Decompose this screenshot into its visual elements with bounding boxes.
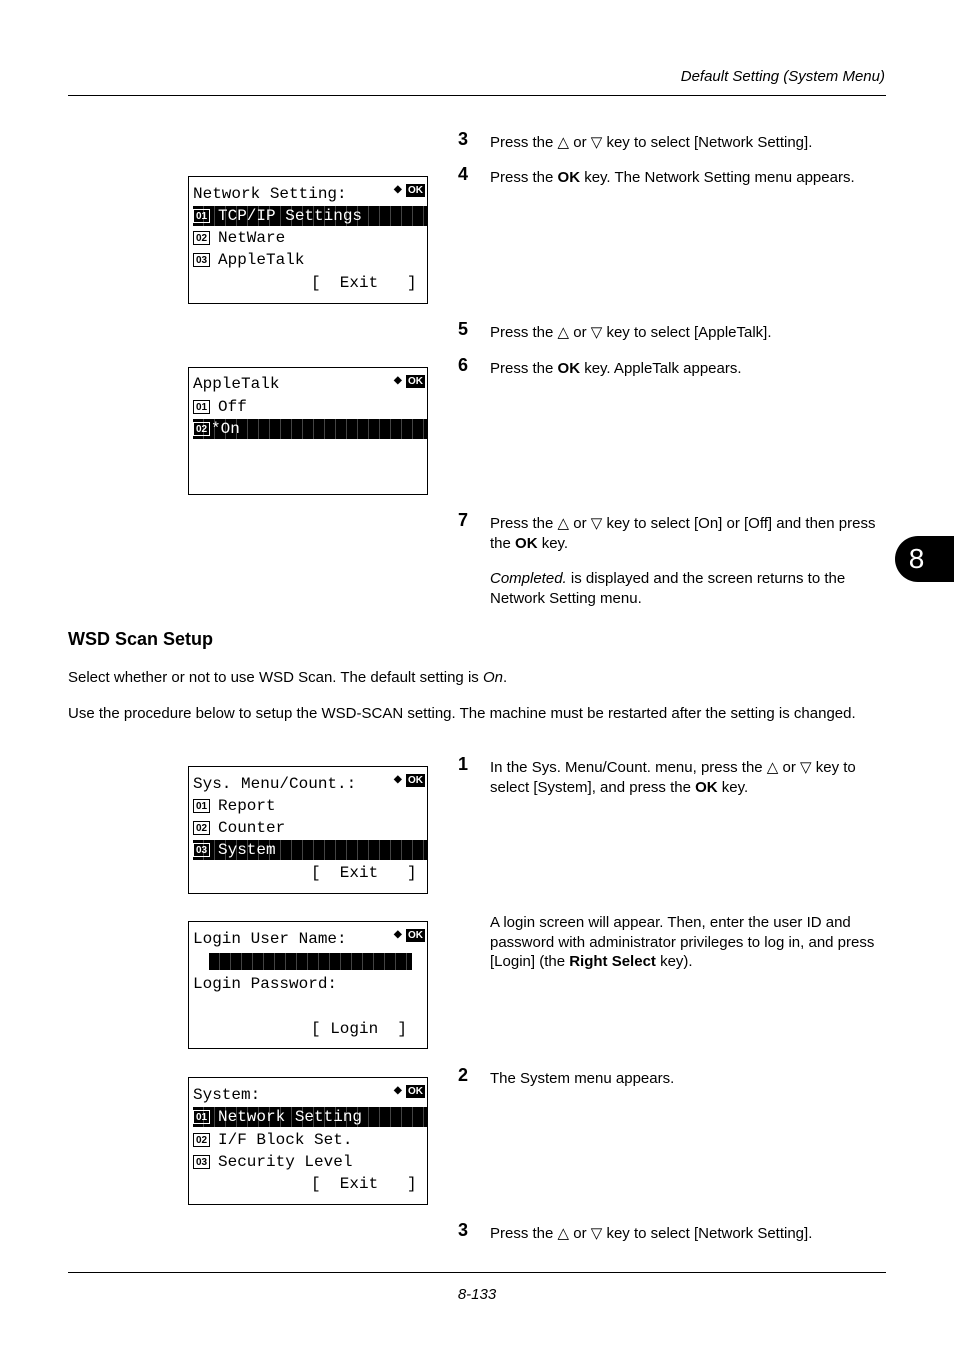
lcd-title: Login User Name: [193,930,347,948]
lcd-item: 02 I/F Block Set. [193,1130,427,1150]
lcd-softkey: [ Exit ] [311,1175,417,1193]
step-text: Press the △ or ▽ key to select [Network … [490,134,813,151]
lcd-item: 01 Report [193,796,427,816]
step-6-top: 6 Press the OK key. AppleTalk appears. [458,355,888,379]
step-text: Press the △ or ▽ key to select [Network … [490,1225,813,1242]
nav-icons: ◆ OK [394,374,425,388]
four-way-arrow-icon: ◆ [393,1083,402,1099]
lcd-appletalk: AppleTalk ◆ OK 01 Off 02 *On [188,367,428,495]
lcd-login: Login User Name: ◆ OK Login Password: [ L… [188,921,428,1049]
ok-icon: OK [406,928,425,942]
ok-icon: OK [406,1084,425,1098]
running-header: Default Setting (System Menu) [680,68,885,85]
step-number: 6 [458,355,469,375]
step-text: Press the △ or ▽ key to select [On] or [… [490,515,876,552]
lcd-title: System: [193,1086,261,1104]
step-1-bottom: 1 In the Sys. Menu/Count. menu, press the… [458,754,888,797]
step-text: In the Sys. Menu/Count. menu, press the … [490,759,856,796]
step-number: 2 [458,1065,469,1085]
password-label: Login Password: [193,975,338,993]
header-rule [68,95,886,96]
lcd-item: 03 AppleTalk [193,250,427,270]
nav-icons: ◆ OK [394,928,425,942]
login-softkey[interactable]: [ Login ] [311,1019,427,1039]
lcd-title: AppleTalk [193,375,280,393]
lcd-system: System: ◆ OK 01 Network Setting 02 I/F Bloc… [188,1077,428,1205]
ok-icon: OK [406,183,425,197]
lcd-softkey: [ Exit ] [311,274,417,292]
lcd-item: 02 NetWare [193,228,427,248]
step-7-top: 7 Press the △ or ▽ key to select [On] or … [458,510,888,608]
ok-icon: OK [406,374,425,388]
lcd-sys-menu: Sys. Menu/Count.: ◆ OK 01 Report 02 Counter… [188,766,428,894]
four-way-arrow-icon: ◆ [393,772,402,788]
lcd-network-setting: Network Setting: ◆ OK 01 TCP/IP Settings 0… [188,176,428,304]
step-text: The System menu appears. [490,1070,675,1087]
nav-icons: ◆ OK [394,1084,425,1098]
lcd-item: 02 Counter [193,818,427,838]
lcd-item: 01 Network Setting [193,1107,427,1127]
ok-icon: OK [406,773,425,787]
lcd-item: 01 TCP/IP Settings [193,206,427,226]
page-number: 8-133 [457,1286,497,1303]
lcd-item: 03 Security Level [193,1152,427,1172]
footer-rule [68,1272,886,1273]
section-intro: Select whether or not to use WSD Scan. T… [68,669,508,686]
step-2-bottom: 2 The System menu appears. [458,1065,888,1089]
step-text: A login screen will appear. Then, enter … [490,914,875,970]
nav-icons: ◆ OK [394,773,425,787]
step-number: 3 [458,129,469,149]
step-3-bottom: 3 Press the △ or ▽ key to select [Network… [458,1220,888,1244]
step-number: 3 [458,1220,469,1240]
lcd-title: Network Setting: [193,185,347,203]
step-3-top: 3 Press the △ or ▽ key to select [Network… [458,129,888,153]
step-4-top: 4 Press the OK key. The Network Setting m… [458,164,888,188]
step-note: Completed. is displayed and the screen r… [490,570,846,607]
chapter-tab: 8 [895,536,954,582]
step-number: 7 [458,510,469,530]
nav-icons: ◆ OK [394,183,425,197]
step-login-note: A login screen will appear. Then, enter … [458,913,888,972]
four-way-arrow-icon: ◆ [393,927,402,943]
step-5-top: 5 Press the △ or ▽ key to select [AppleTa… [458,319,888,343]
step-text: Press the △ or ▽ key to select [AppleTal… [490,324,772,341]
four-way-arrow-icon: ◆ [393,182,402,198]
lcd-item: 01 Off [193,397,427,417]
step-number: 5 [458,319,469,339]
section-title: WSD Scan Setup [68,629,214,649]
username-input[interactable] [209,953,412,970]
section-procedure: Use the procedure below to setup the WSD… [68,705,856,722]
lcd-title: Sys. Menu/Count.: [193,775,357,793]
lcd-softkey: [ Exit ] [311,864,417,882]
step-number: 1 [458,754,469,774]
step-text: Press the OK key. AppleTalk appears. [490,360,742,377]
step-text: Press the OK key. The Network Setting me… [490,169,855,186]
step-number: 4 [458,164,469,184]
lcd-item: 03 System [193,840,427,860]
lcd-item: 02 *On [193,419,427,439]
four-way-arrow-icon: ◆ [393,373,402,389]
